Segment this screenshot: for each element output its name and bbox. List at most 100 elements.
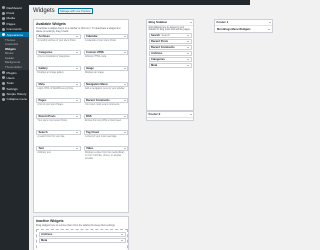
chevron-down-icon (76, 68, 78, 69)
widget-title-bar[interactable]: Meta (38, 238, 126, 243)
blog-sidebar-widget-list: Search: Search Recent Posts Recent Comment… (148, 33, 192, 69)
widget-name: Text (38, 147, 44, 150)
widget-item[interactable]: Recent Comments Your site's most recent c… (83, 98, 128, 114)
widget-description: Login, RSS, & WordPress.org links. (37, 88, 74, 90)
widget-label: Meta (151, 64, 158, 68)
widget-name: Calendar (86, 35, 98, 38)
widget-item[interactable]: Tag Cloud A cloud of your most used tags. (83, 130, 128, 146)
widget-label: Recent Posts (151, 40, 169, 44)
submenu-item-theme-editor[interactable]: Theme Editor (0, 65, 29, 70)
dashboard-icon (1, 6, 5, 10)
chevron-down-icon (76, 148, 78, 149)
footer-1-header[interactable]: Footer 1 (215, 20, 272, 26)
widget-item[interactable]: Meta (38, 238, 126, 243)
widget-item[interactable]: Calendar A calendar of your site's Posts. (83, 34, 128, 50)
footer-2-header[interactable]: Footer 2 (147, 112, 193, 118)
widget-label: Archives (151, 52, 163, 56)
footer-1-widget-list: Mon Blogs Menu W-Idgets (216, 26, 271, 32)
widget-name: Recent Comments (86, 99, 110, 102)
available-widgets-description: To activate a widget drag it to a sideba… (36, 27, 121, 33)
inactive-widgets-dropzone[interactable]: Archives Meta (36, 229, 128, 250)
widget-item[interactable]: Custom HTML Arbitrary HTML code. (83, 50, 128, 66)
widget-item[interactable]: RSS Entries from any RSS or Atom feed. (83, 114, 128, 130)
widget-name: Recent Posts (151, 40, 168, 43)
chevron-down-icon (76, 52, 78, 53)
inactive-widgets-panel: Inactive Widgets Drag widgets here to re… (33, 216, 129, 250)
chevron-down-icon (268, 28, 270, 30)
chevron-up-icon (189, 21, 192, 23)
placed-widget[interactable]: Archives (148, 51, 192, 57)
comments-icon (1, 27, 5, 31)
widget-item[interactable]: Meta Login, RSS, & WordPress.org links. (36, 82, 81, 98)
inactive-widgets-description: Drag widgets here to remove them from th… (36, 224, 116, 227)
widget-item[interactable]: Image Displays an image. (83, 66, 128, 82)
chevron-down-icon (123, 132, 126, 133)
widget-name: Archives (38, 35, 50, 38)
widget-item[interactable]: Archives A monthly archive of your site's… (36, 34, 81, 50)
chevron-down-icon (76, 100, 78, 101)
chevron-down-icon (187, 35, 189, 37)
chevron-down-icon (187, 59, 189, 61)
area-title: Footer 2 (148, 112, 161, 117)
sidebar-item-label: Comments (6, 27, 22, 32)
widget-name: Video (86, 147, 94, 150)
widget-name: Navigation Menu (86, 83, 108, 86)
sidebar-item-label: Dashboard (6, 5, 22, 10)
widget-name: Meta (41, 239, 48, 242)
widget-description: Entries from any RSS or Atom feed. (85, 120, 122, 122)
widget-description: Displays a video from the media library … (85, 152, 125, 160)
widget-item[interactable]: Archives (38, 231, 126, 237)
widget-item[interactable]: Video Displays a video from the media lib… (83, 146, 128, 162)
sidebar-item-label: Simple History (6, 92, 27, 97)
widget-item[interactable]: Pages A list of your site's Pages. (36, 98, 81, 114)
sidebar-item-label: Pages (6, 21, 16, 26)
widget-description: A monthly archive of your site's Posts. (37, 40, 77, 42)
page-header: Widgets Manage with Live Preview (33, 8, 93, 15)
inactive-widgets-title: Inactive Widgets (36, 218, 64, 223)
widget-item[interactable]: Recent Posts Your site's most recent Post… (36, 114, 81, 130)
chevron-down-icon (123, 36, 126, 37)
widget-item[interactable]: Search A search form for your site. (36, 130, 81, 146)
widget-name: Image (86, 67, 94, 70)
widget-name: Recent Posts (38, 115, 56, 118)
area-title: Footer 1 (216, 20, 229, 25)
placed-widget[interactable]: Meta (148, 63, 192, 69)
manage-live-preview-button[interactable]: Manage with Live Preview (57, 8, 93, 15)
sidebar-item-label: Plugins (6, 70, 17, 75)
chevron-down-icon (123, 84, 126, 85)
widget-description: A list or dropdown of categories. (37, 56, 71, 58)
main-content: Widgets Manage with Live Preview Availab… (29, 5, 273, 250)
chevron-down-icon (76, 84, 78, 85)
chevron-down-icon (76, 116, 78, 117)
widget-label: Categories (151, 58, 165, 62)
widget-name: Archives (41, 232, 53, 236)
widget-item[interactable]: Navigation Menu Add a navigation menu to … (83, 82, 128, 98)
available-widgets-panel: Available Widgets To activate a widget d… (33, 19, 129, 213)
sidebar-item-label: Settings (6, 86, 18, 91)
widget-description: Displays an image. (85, 72, 105, 74)
widget-name: Archives (151, 52, 162, 55)
placed-widget[interactable]: Recent Posts (148, 39, 192, 45)
widget-title-bar[interactable]: Archives (38, 231, 126, 237)
widget-item[interactable]: Text Arbitrary text. (36, 146, 81, 162)
available-widgets-title: Available Widgets (36, 21, 66, 26)
widget-description: A list of your site's Pages. (37, 104, 64, 106)
widget-description: A calendar of your site's Posts. (85, 40, 117, 42)
widget-item[interactable]: Gallery Displays an image gallery. (36, 66, 81, 82)
widget-description: Arbitrary text. (37, 152, 52, 154)
appearance-icon (1, 33, 5, 37)
placed-widget[interactable]: Search: Search (148, 33, 192, 39)
placed-widget[interactable]: Categories (148, 57, 192, 63)
collapse-icon (1, 97, 5, 101)
placed-widget[interactable]: Mon Blogs Menu W-Idgets (216, 26, 271, 32)
widget-name: Custom HTML (86, 51, 105, 54)
placed-widget[interactable]: Recent Comments (148, 45, 192, 51)
blog-sidebar-header[interactable]: Blog Sidebar (147, 20, 193, 26)
widget-item[interactable]: Categories A list or dropdown of categori… (36, 50, 81, 66)
widget-name: Search (38, 131, 48, 134)
admin-sidebar: Dashboard Posts Media Pages Comments App… (0, 5, 29, 250)
chevron-down-icon (187, 41, 189, 43)
widget-description: Your site's most recent Posts. (37, 120, 68, 122)
sidebar-item-label: Collapse menu (6, 97, 28, 102)
collapse-menu-button[interactable]: Collapse menu (0, 97, 29, 102)
